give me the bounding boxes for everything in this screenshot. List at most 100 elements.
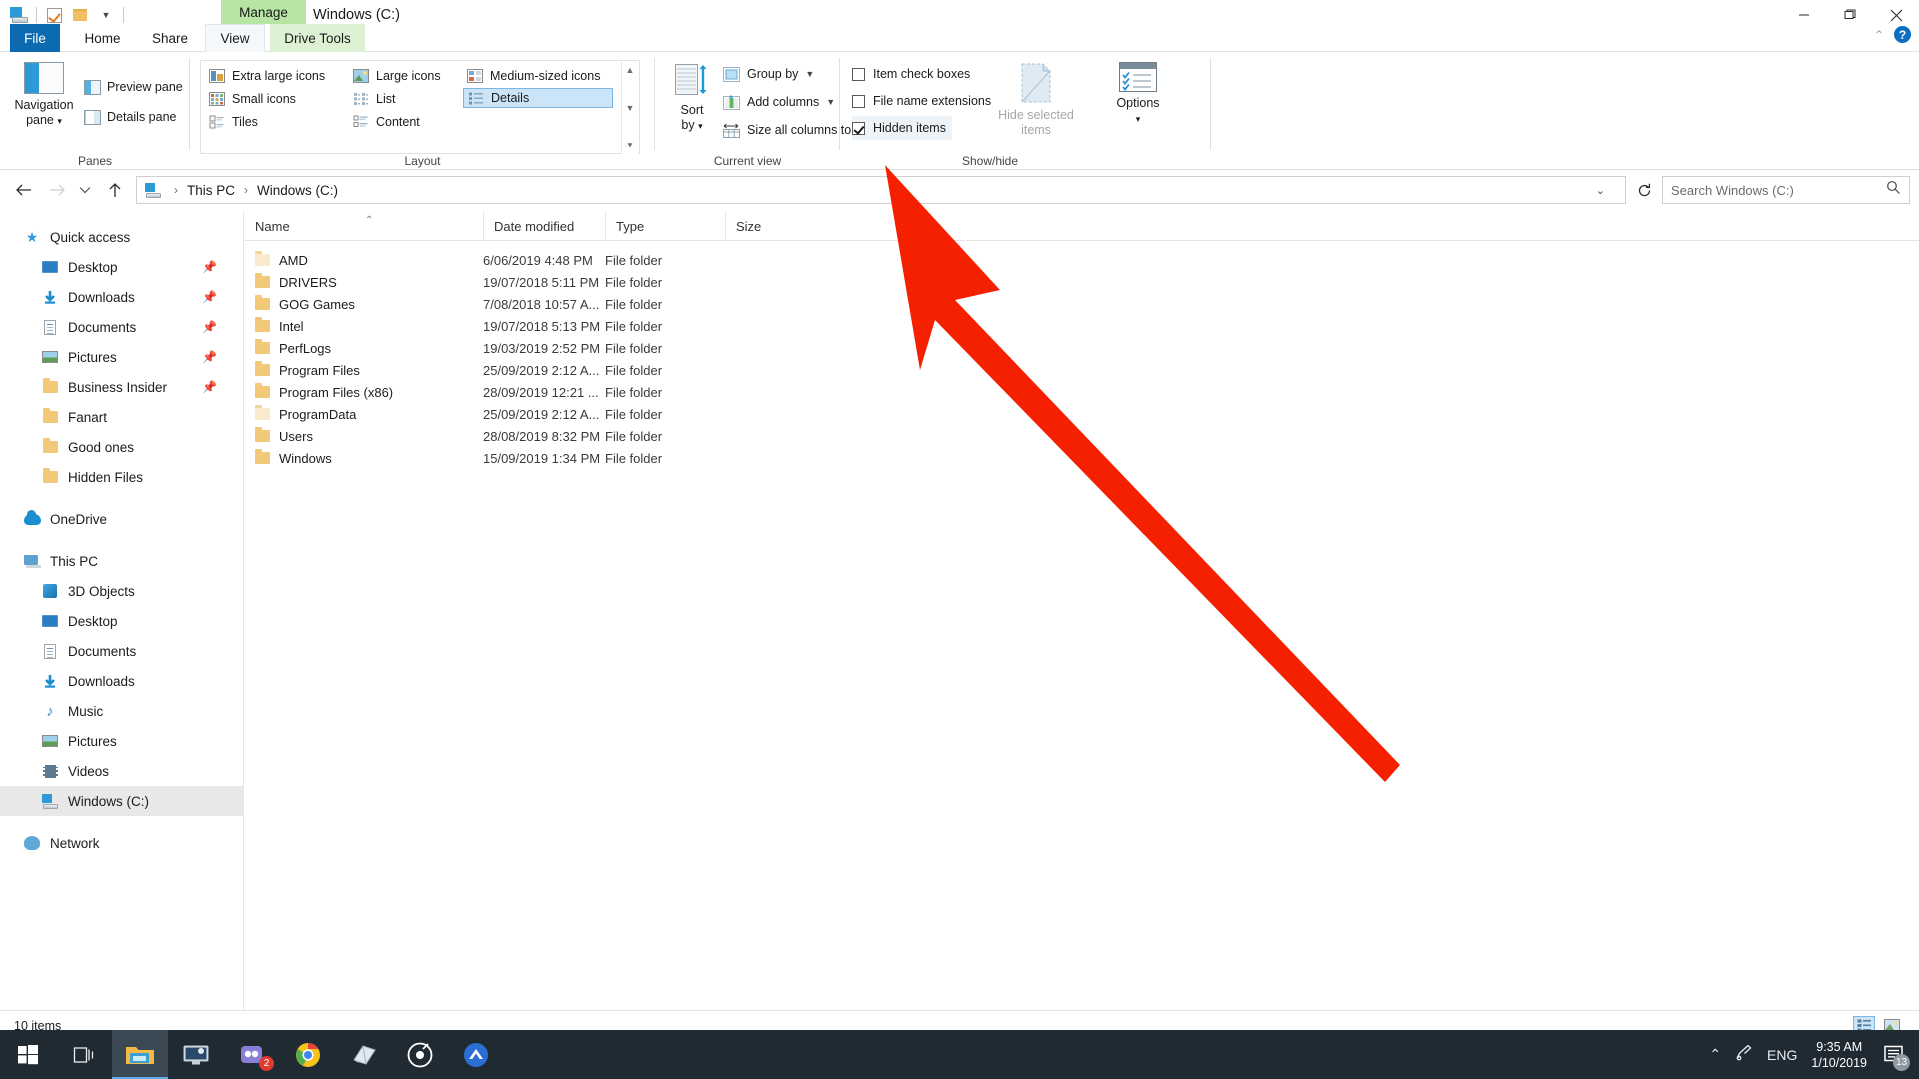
sticky-notes-icon[interactable] <box>336 1030 392 1079</box>
task-view-icon[interactable] <box>56 1030 112 1079</box>
tab-drive-tools[interactable]: Drive Tools <box>270 24 365 52</box>
hide-selected-items-button[interactable]: Hide selected items <box>990 62 1082 152</box>
tab-share[interactable]: Share <box>140 24 200 52</box>
gallery-scroll-up-icon[interactable]: ▲ <box>626 65 635 75</box>
sort-by-button[interactable]: Sort by ▾ <box>665 62 719 150</box>
details-pane-button[interactable]: Details pane <box>84 104 194 130</box>
recent-locations-button[interactable] <box>70 176 100 204</box>
hidden-items-box-icon[interactable] <box>852 121 865 135</box>
clock[interactable]: 9:35 AM 1/10/2019 <box>1811 1039 1867 1071</box>
file-name-extensions-box-icon[interactable] <box>852 94 865 108</box>
table-row[interactable]: Intel 19/07/2018 5:13 PM File folder <box>245 315 1919 337</box>
sidebar-item-downloads[interactable]: Downloads 📌 <box>0 282 243 312</box>
tab-file[interactable]: File <box>10 24 60 52</box>
file-list[interactable]: Name ⌃ Date modified Type Size AMD 6/06/… <box>245 211 1919 1010</box>
sidebar-item-good-ones[interactable]: Good ones <box>0 432 243 462</box>
sidebar-item-pictures-pc[interactable]: Pictures <box>0 726 243 756</box>
sidebar-item-desktop-pc[interactable]: Desktop <box>0 606 243 636</box>
search-icon[interactable] <box>1886 180 1901 200</box>
layout-content[interactable]: Content <box>349 112 459 132</box>
forward-button[interactable] <box>42 176 72 204</box>
table-row[interactable]: AMD 6/06/2019 4:48 PM File folder <box>245 249 1919 271</box>
group-by-caret-icon[interactable]: ▼ <box>805 69 814 79</box>
column-header-size[interactable]: Size <box>725 211 825 241</box>
sidebar-item-downloads-pc[interactable]: Downloads <box>0 666 243 696</box>
breadcrumb-this-pc[interactable]: This PC <box>184 183 238 198</box>
sidebar-item-quick-access[interactable]: ★ Quick access <box>0 222 243 252</box>
nordvpn-icon[interactable] <box>448 1030 504 1079</box>
layout-extra-large-icons[interactable]: Extra large icons <box>205 66 345 86</box>
item-check-boxes-checkbox[interactable]: Item check boxes <box>852 62 970 86</box>
table-row[interactable]: Users 28/08/2019 8:32 PM File folder <box>245 425 1919 447</box>
table-row[interactable]: Program Files 25/09/2019 2:12 A... File … <box>245 359 1919 381</box>
file-name-extensions-checkbox[interactable]: File name extensions <box>852 89 991 113</box>
pin-icon[interactable]: 📌 <box>202 260 217 274</box>
breadcrumb-windows-c[interactable]: Windows (C:) <box>254 183 341 198</box>
search-input[interactable]: Search Windows (C:) <box>1671 183 1794 198</box>
options-button[interactable]: Options ▾ <box>1092 62 1184 152</box>
sidebar-item-pictures[interactable]: Pictures 📌 <box>0 342 243 372</box>
item-check-boxes-box-icon[interactable] <box>852 67 865 81</box>
gallery-expand-icon[interactable]: ⯆ <box>626 141 633 151</box>
tab-home[interactable]: Home <box>75 24 130 52</box>
file-explorer-icon[interactable] <box>112 1030 168 1079</box>
media-player-icon[interactable] <box>392 1030 448 1079</box>
help-icon[interactable]: ? <box>1894 26 1911 43</box>
display-monitor-icon[interactable] <box>168 1030 224 1079</box>
table-row[interactable]: PerfLogs 19/03/2019 2:52 PM File folder <box>245 337 1919 359</box>
add-columns-button[interactable]: Add columns ▼ <box>723 90 835 114</box>
windows-start-icon[interactable] <box>0 1030 56 1079</box>
up-button[interactable] <box>100 176 130 204</box>
table-row[interactable]: DRIVERS 19/07/2018 5:11 PM File folder <box>245 271 1919 293</box>
sidebar-item-music[interactable]: ♪ Music <box>0 696 243 726</box>
collapse-ribbon-icon[interactable]: ⌃ <box>1874 28 1884 42</box>
column-header-name[interactable]: Name ⌃ <box>245 211 483 241</box>
table-row[interactable]: Program Files (x86) 28/09/2019 12:21 ...… <box>245 381 1919 403</box>
sidebar-item-documents[interactable]: Documents 📌 <box>0 312 243 342</box>
navigation-pane[interactable]: ★ Quick access Desktop 📌 Downloads 📌 Doc… <box>0 211 244 1010</box>
address-dropdown-icon[interactable]: ⌄ <box>1596 184 1605 197</box>
column-header-type[interactable]: Type <box>605 211 725 241</box>
column-header-date-modified[interactable]: Date modified <box>483 211 605 241</box>
sidebar-item-hidden-files[interactable]: Hidden Files <box>0 462 243 492</box>
pin-icon[interactable]: 📌 <box>202 320 217 334</box>
sidebar-item-windows-c[interactable]: Windows (C:) <box>0 786 243 816</box>
sidebar-item-3d-objects[interactable]: 3D Objects <box>0 576 243 606</box>
hidden-items-checkbox[interactable]: Hidden items <box>852 116 952 140</box>
pin-icon[interactable]: 📌 <box>202 350 217 364</box>
refresh-button[interactable] <box>1630 176 1658 204</box>
sidebar-item-this-pc[interactable]: This PC <box>0 546 243 576</box>
messaging-app-icon[interactable]: 2 <box>224 1030 280 1079</box>
sidebar-item-network[interactable]: Network <box>0 828 243 858</box>
sidebar-item-desktop[interactable]: Desktop 📌 <box>0 252 243 282</box>
sidebar-item-fanart[interactable]: Fanart <box>0 402 243 432</box>
add-columns-caret-icon[interactable]: ▼ <box>826 97 835 107</box>
pen-icon[interactable] <box>1735 1044 1753 1065</box>
table-row[interactable]: ProgramData 25/09/2019 2:12 A... File fo… <box>245 403 1919 425</box>
language-indicator[interactable]: ENG <box>1767 1047 1797 1063</box>
notification-icon[interactable]: 13 <box>1881 1042 1910 1071</box>
search-box[interactable]: Search Windows (C:) <box>1662 176 1910 204</box>
table-row[interactable]: Windows 15/09/2019 1:34 PM File folder <box>245 447 1919 469</box>
group-by-button[interactable]: Group by ▼ <box>723 62 814 86</box>
gallery-scroll-down-icon[interactable]: ▼ <box>626 103 635 113</box>
tab-view[interactable]: View <box>205 24 265 52</box>
layout-details[interactable]: Details <box>463 88 613 108</box>
preview-pane-button[interactable]: Preview pane <box>84 74 194 100</box>
back-button[interactable] <box>8 176 38 204</box>
contextual-tab-manage[interactable]: Manage <box>221 0 306 24</box>
chevron-up-icon[interactable]: ⌃ <box>1709 1046 1721 1063</box>
layout-medium-sized-icons[interactable]: Medium-sized icons <box>463 66 613 86</box>
sidebar-item-business-insider[interactable]: Business Insider 📌 <box>0 372 243 402</box>
breadcrumb-separator-1[interactable]: › <box>238 183 254 197</box>
layout-small-icons[interactable]: Small icons <box>205 89 345 109</box>
layout-large-icons[interactable]: Large icons <box>349 66 459 86</box>
sidebar-item-documents-pc[interactable]: Documents <box>0 636 243 666</box>
address-bar[interactable]: › This PC › Windows (C:) ⌄ <box>136 176 1626 204</box>
layout-tiles[interactable]: Tiles <box>205 112 345 132</box>
sidebar-item-videos[interactable]: Videos <box>0 756 243 786</box>
pin-icon[interactable]: 📌 <box>202 380 217 394</box>
layout-list[interactable]: List <box>349 89 459 109</box>
layout-gallery-scrollbar[interactable]: ▲ ▼ ⯆ <box>621 62 638 154</box>
google-chrome-icon[interactable] <box>280 1030 336 1079</box>
